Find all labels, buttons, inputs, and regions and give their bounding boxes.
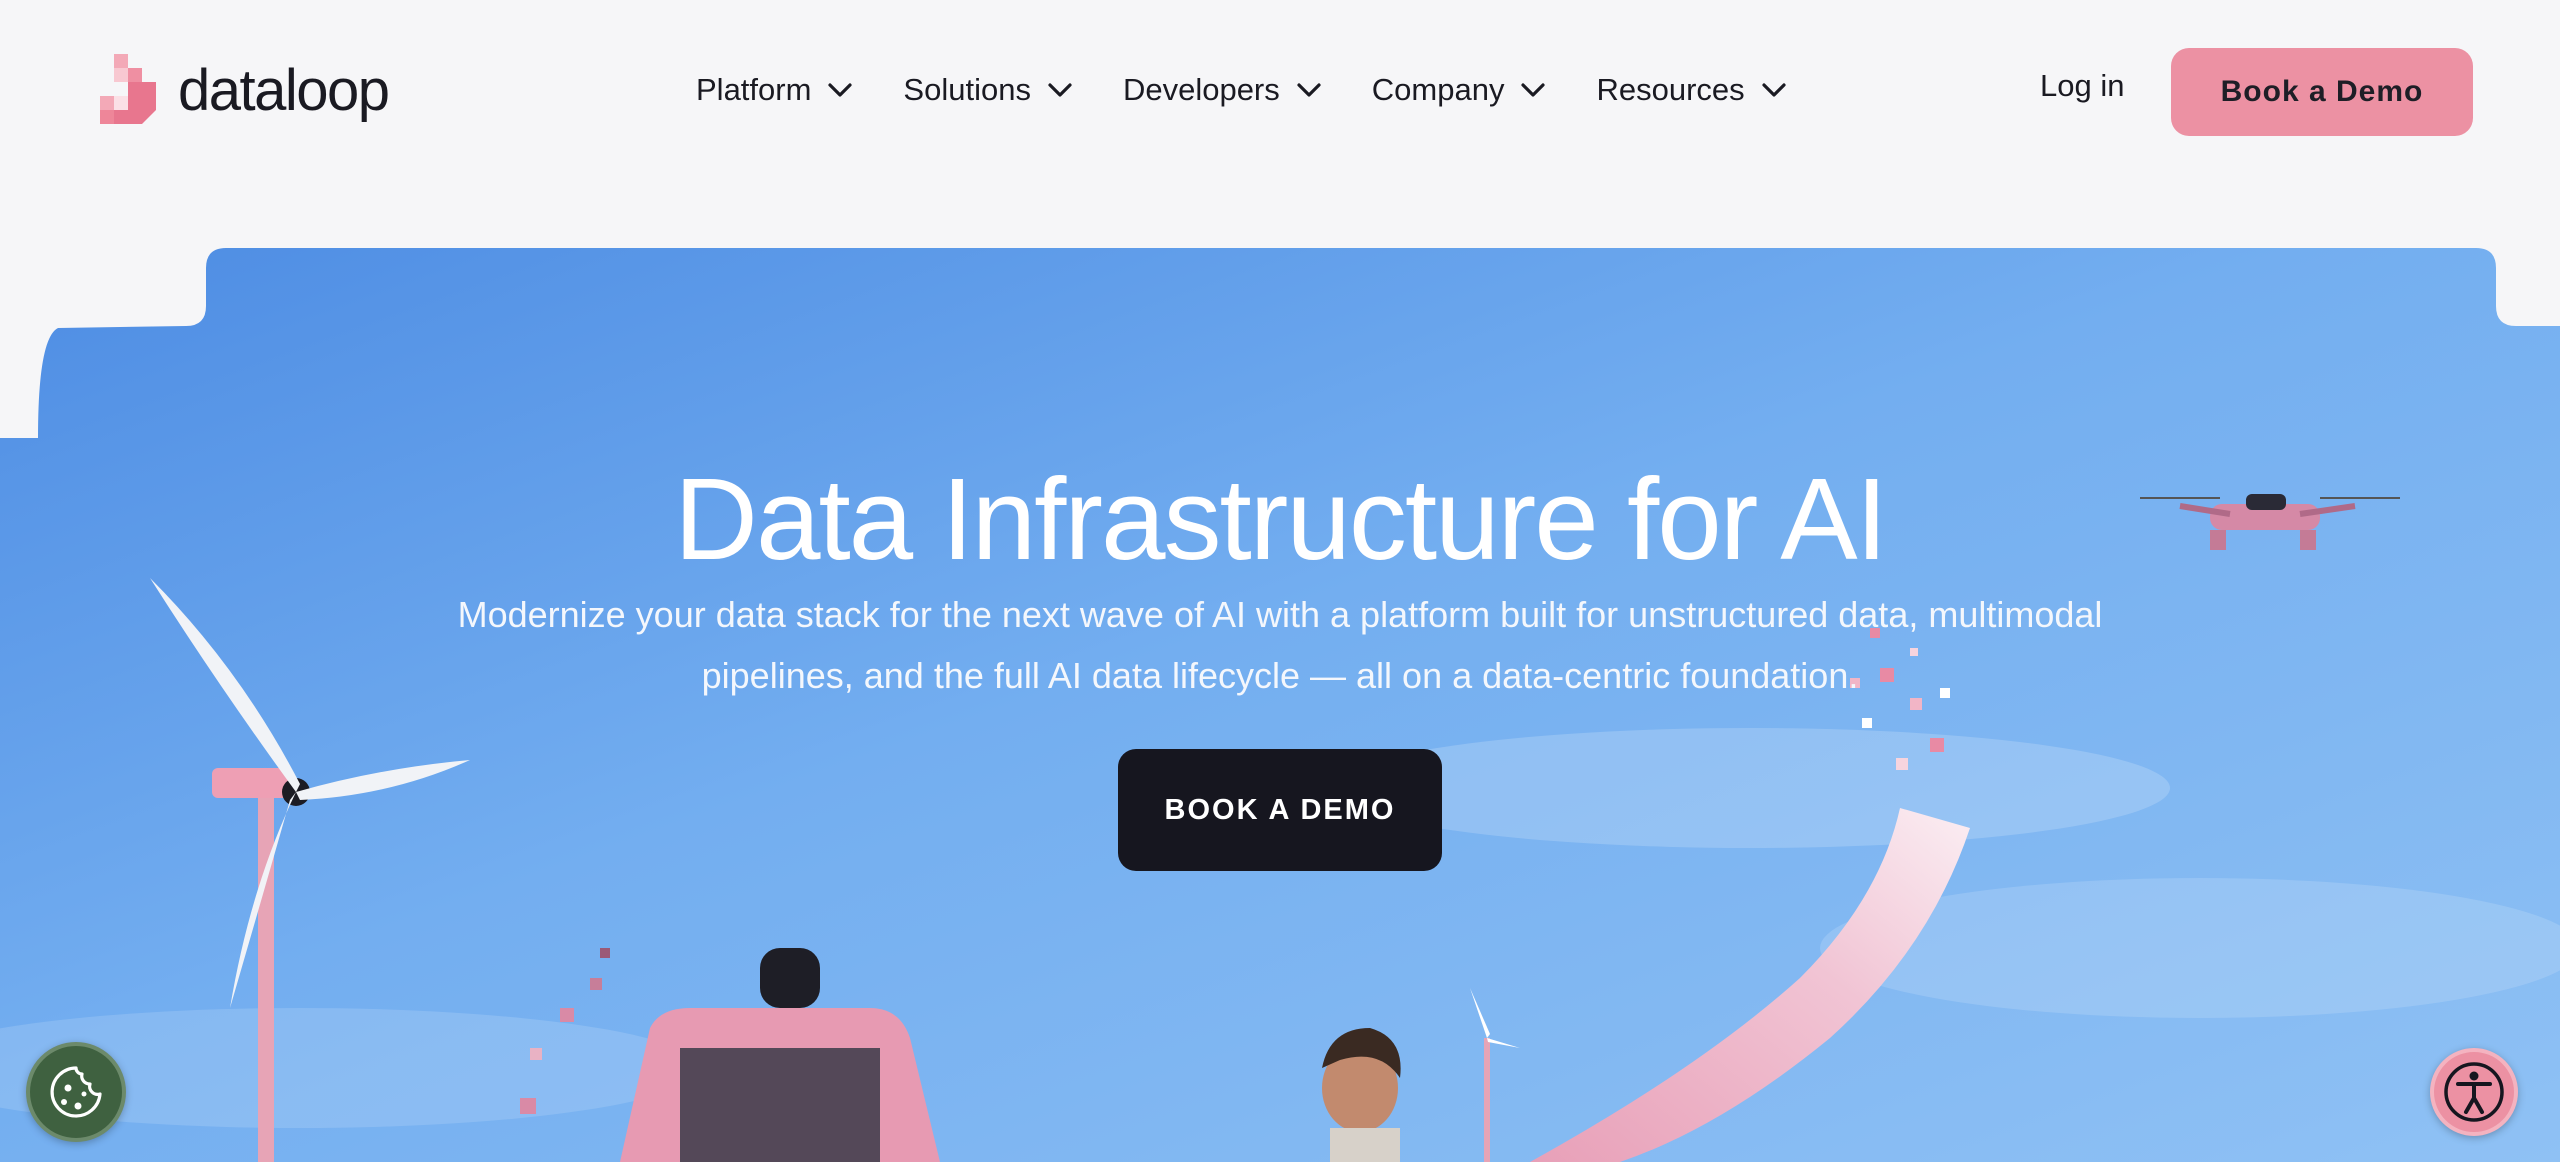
chevron-down-icon (1521, 83, 1546, 97)
chevron-down-icon (828, 83, 853, 97)
hero-title: Data Infrastructure for AI (674, 453, 1888, 584)
nav-item-solutions[interactable]: Solutions (903, 72, 1073, 108)
hero-subtitle: Modernize your data stack for the next w… (457, 594, 2103, 696)
dataloop-logo[interactable]: dataloop (92, 48, 390, 132)
nav-item-label: Developers (1122, 72, 1280, 107)
login-link[interactable]: Log in (2040, 68, 2124, 104)
nav-item-platform[interactable]: Platform (696, 72, 853, 108)
chevron-down-icon (1048, 83, 1072, 97)
nav-item-label: Platform (696, 72, 812, 107)
person (1322, 1028, 1401, 1162)
accessibility-icon (2444, 1062, 2504, 1122)
nav-item-developers[interactable]: Developers (1123, 72, 1322, 108)
main-nav: Platform Solutions Developers Company Re… (696, 60, 1837, 120)
cookie-icon (50, 1066, 102, 1118)
nav-item-label: Solutions (903, 72, 1031, 107)
book-demo-button[interactable]: Book a Demo (2171, 48, 2473, 136)
chevron-down-icon (1297, 83, 1321, 97)
chevron-down-icon (1762, 83, 1786, 97)
hero-section: Data Infrastructure for AI Modernize you… (0, 248, 2560, 1162)
nav-item-label: Company (1371, 72, 1505, 107)
site-header: dataloop Platform Solutions Developers C… (0, 0, 2560, 184)
nav-item-label: Resources (1596, 72, 1745, 107)
hero-book-demo-button[interactable]: BOOK A DEMO (1118, 749, 1442, 871)
nav-item-company[interactable]: Company (1372, 72, 1547, 108)
accessibility-button[interactable] (2430, 1048, 2518, 1136)
dataloop-logo-icon (100, 54, 156, 124)
nav-item-resources[interactable]: Resources (1596, 72, 1786, 108)
cookie-settings-button[interactable] (26, 1042, 126, 1142)
logo-wordmark: dataloop (178, 57, 390, 123)
